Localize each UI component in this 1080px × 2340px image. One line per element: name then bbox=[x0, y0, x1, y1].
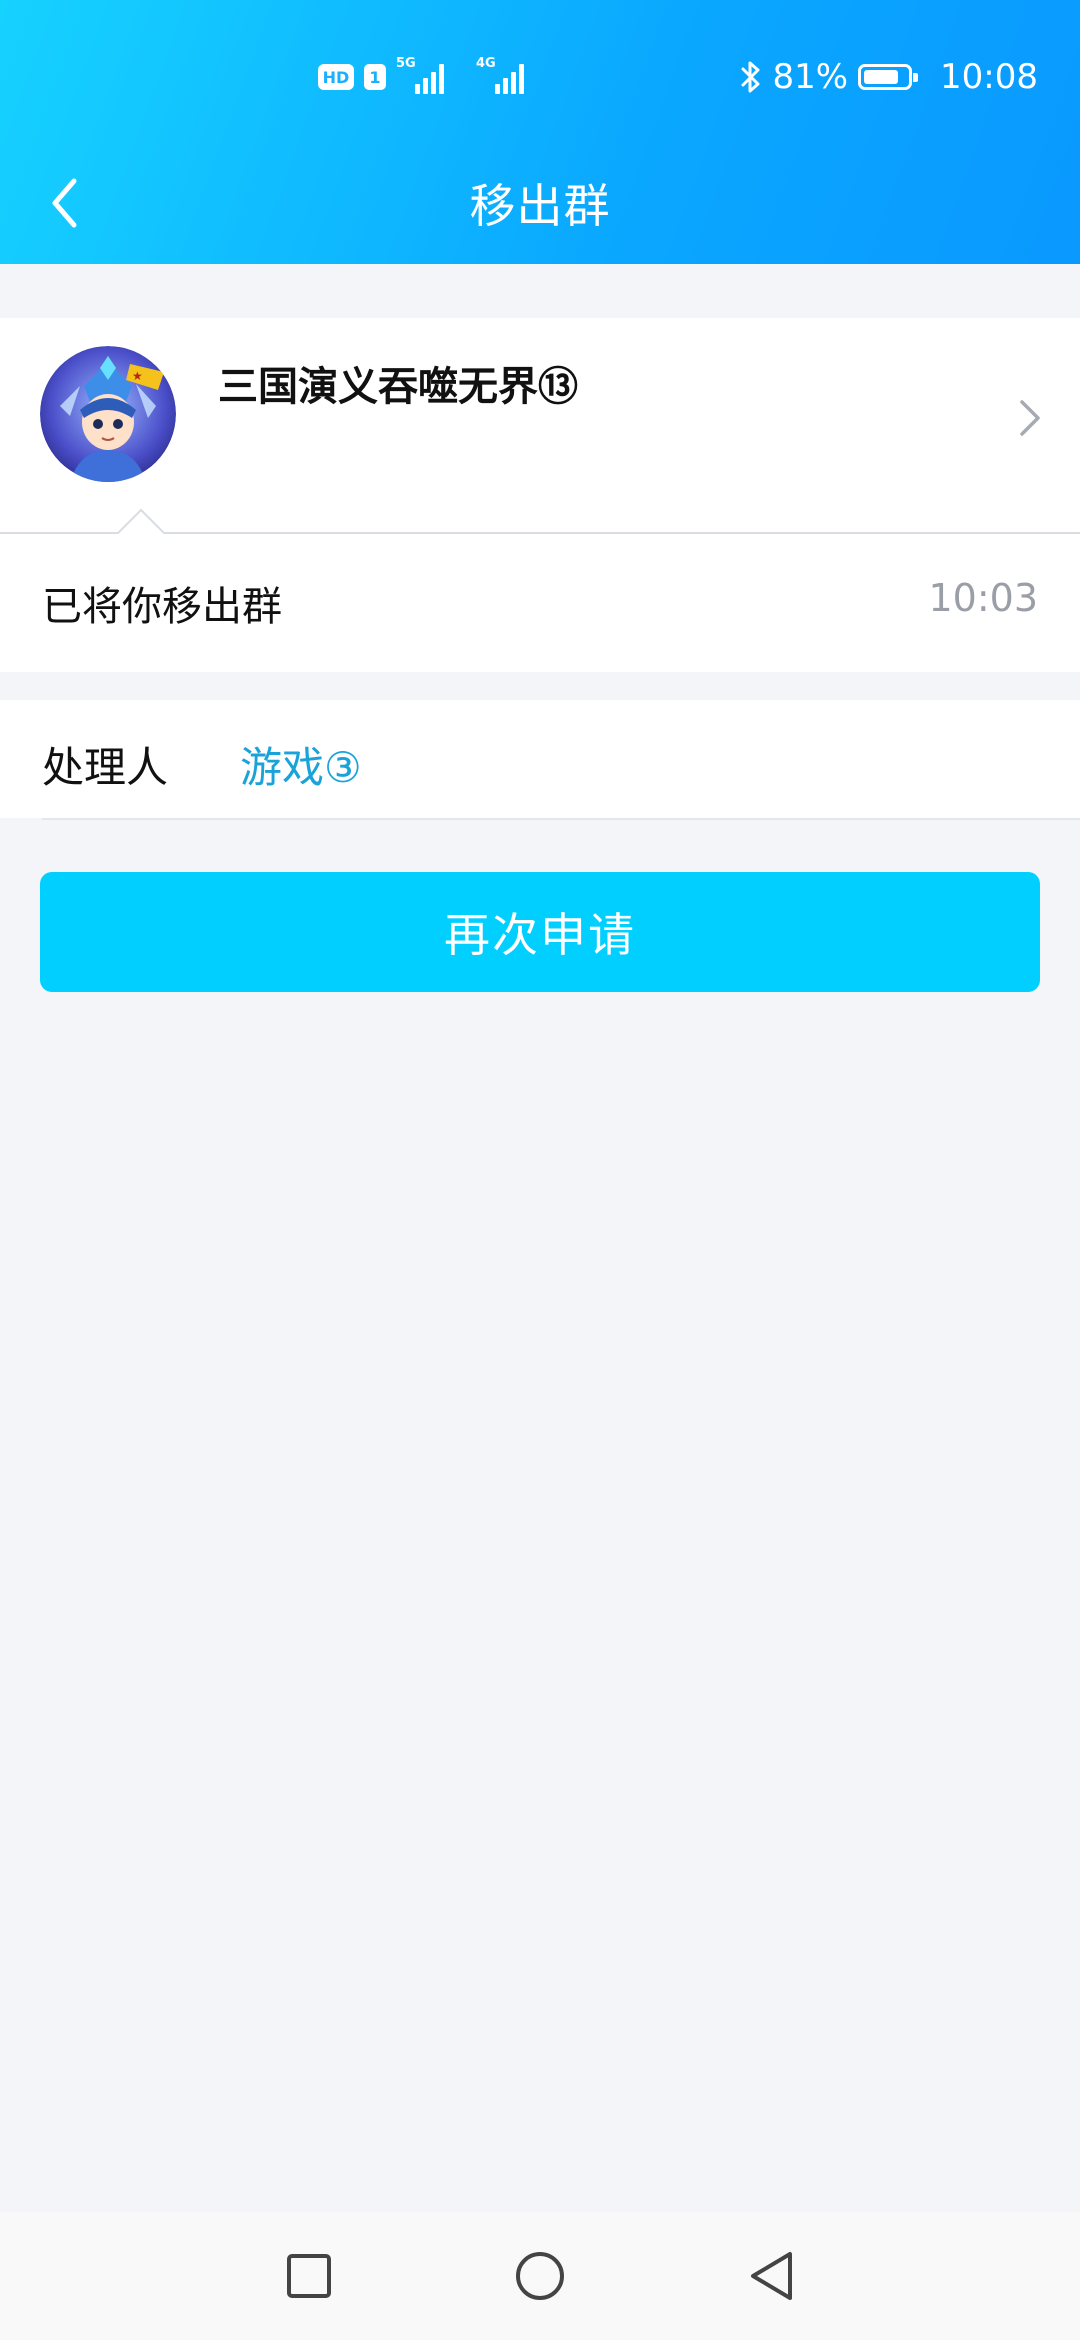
divider-notch bbox=[118, 508, 164, 534]
group-card[interactable]: ★ 三国演义吞噬无界⑬ bbox=[0, 318, 1080, 532]
sim-badge: 1 bbox=[364, 64, 386, 90]
status-bar: HD 1 5G 4G 81% 10:08 bbox=[0, 0, 1080, 140]
status-left: HD 1 5G 4G bbox=[318, 52, 524, 102]
network-4g-label: 4G bbox=[476, 56, 496, 71]
recents-button[interactable] bbox=[279, 2246, 339, 2306]
bluetooth-icon bbox=[741, 61, 760, 93]
nav-bar: 移出群 bbox=[0, 140, 1080, 264]
home-button[interactable] bbox=[510, 2246, 570, 2306]
network-5g-label: 5G bbox=[396, 56, 416, 71]
svg-text:★: ★ bbox=[132, 369, 143, 383]
triangle-back-icon bbox=[751, 2252, 792, 2300]
message-time: 10:03 bbox=[928, 576, 1038, 620]
handler-row: 处理人 游戏③ bbox=[0, 700, 1080, 818]
handler-name-link[interactable]: 游戏③ bbox=[240, 734, 362, 795]
signal-4g-icon: 4G bbox=[476, 56, 524, 94]
battery-fill bbox=[864, 70, 899, 84]
clock: 10:08 bbox=[940, 57, 1038, 97]
signal-5g-icon: 5G bbox=[396, 56, 444, 94]
system-nav-bar bbox=[0, 2212, 1080, 2340]
group-avatar: ★ bbox=[40, 346, 176, 482]
system-back-button[interactable] bbox=[742, 2246, 802, 2306]
page-title: 移出群 bbox=[469, 179, 611, 233]
square-icon bbox=[287, 2254, 331, 2298]
header: HD 1 5G 4G 81% 10:08 移出群 bbox=[0, 0, 1080, 264]
battery-icon bbox=[858, 64, 919, 90]
message-text: 已将你移出群 bbox=[42, 584, 282, 630]
hd-badge: HD bbox=[318, 64, 354, 90]
chevron-right-icon bbox=[1020, 400, 1040, 436]
reapply-button[interactable]: 再次申请 bbox=[40, 872, 1040, 992]
battery-percent: 81% bbox=[772, 57, 849, 97]
page: HD 1 5G 4G 81% 10:08 移出群 ★ 三国演义吞噬无界⑬ 已将你… bbox=[0, 0, 1080, 2340]
circle-icon bbox=[516, 2252, 564, 2300]
status-right: 81% 10:08 bbox=[740, 52, 1038, 102]
handler-label: 处理人 bbox=[42, 743, 169, 792]
handler-divider bbox=[42, 818, 1080, 820]
group-name: 三国演义吞噬无界⑬ bbox=[218, 364, 578, 410]
message-row: 已将你移出群 10:03 bbox=[0, 534, 1080, 672]
